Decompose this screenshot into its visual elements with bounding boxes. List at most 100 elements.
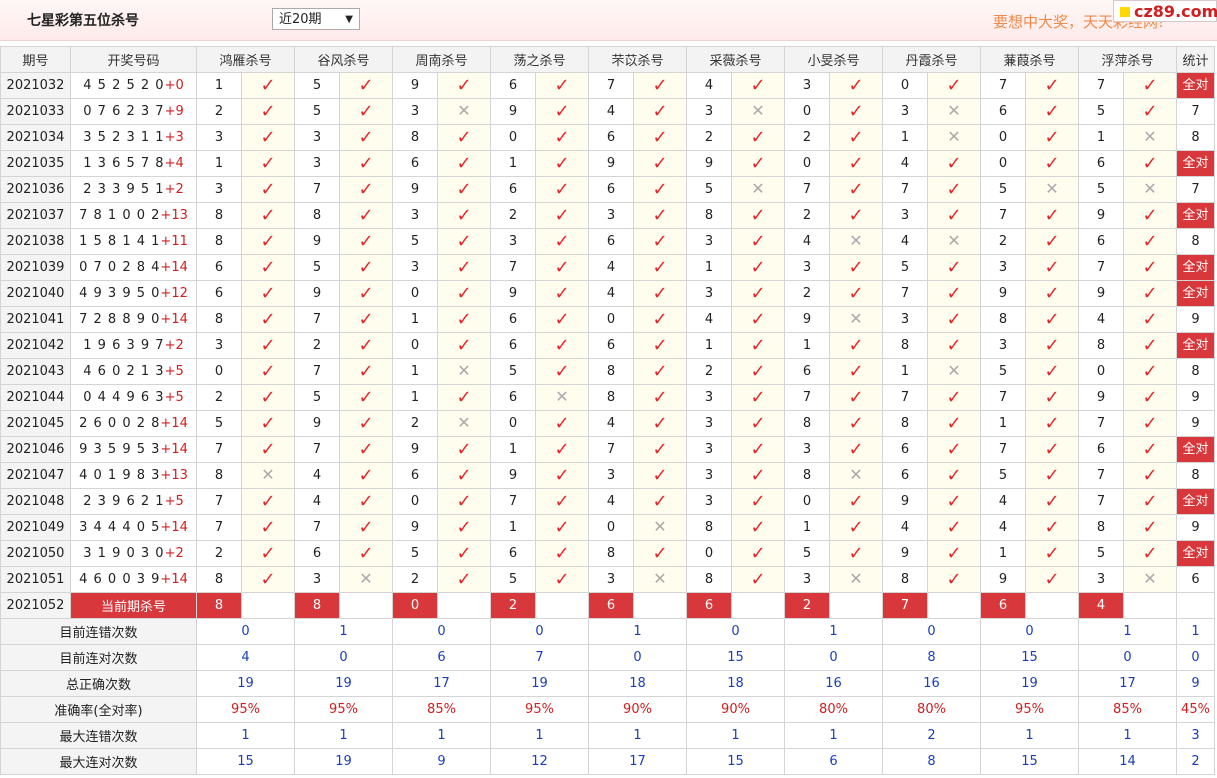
result-cell: ✓: [339, 384, 393, 411]
result-cell: ✓: [1123, 332, 1177, 359]
kill-number-cell: 5: [490, 358, 536, 385]
result-cell: ✓: [731, 72, 785, 99]
check-icon: ✓: [1044, 126, 1060, 148]
kill-number-cell: 3: [686, 384, 732, 411]
stat-cell: 8: [1176, 358, 1215, 385]
stat-cell: 8: [1176, 124, 1215, 151]
current-kill-blank: [535, 592, 589, 619]
kill-number-cell: 5: [294, 384, 340, 411]
result-cell: ✓: [927, 202, 981, 229]
check-icon: ✓: [750, 230, 766, 252]
issue-cell: 2021050: [0, 540, 71, 567]
check-icon: ✓: [946, 542, 962, 564]
check-icon: ✓: [1044, 152, 1060, 174]
kill-number-cell: 2: [392, 566, 438, 593]
kill-number-cell: 4: [980, 488, 1026, 515]
check-icon: ✓: [358, 74, 374, 96]
current-kill-blank: [1123, 592, 1177, 619]
summary-value: 8: [882, 748, 981, 775]
kill-number-cell: 9: [1078, 280, 1124, 307]
result-cell: ✓: [535, 306, 589, 333]
cross-icon: ✕: [1143, 569, 1157, 588]
site-badge[interactable]: cz89.com: [1113, 0, 1217, 22]
summary-value: 15: [686, 644, 785, 671]
result-cell: ✓: [1123, 462, 1177, 489]
kill-number-cell: 7: [1078, 410, 1124, 437]
kill-number-cell: 8: [686, 202, 732, 229]
table-row: 2021045 2 6 0 0 2 8+14 5 ✓ 9 ✓ 2 ✕ 0 ✓ 4 ✓ 3 ✓ 8 ✓ 8 ✓ 1 ✓ 7…: [0, 410, 1215, 437]
check-icon: ✓: [946, 256, 962, 278]
kill-number-cell: 9: [392, 436, 438, 463]
check-icon: ✓: [848, 542, 864, 564]
check-icon: ✓: [260, 412, 276, 434]
check-icon: ✓: [1142, 490, 1158, 512]
check-icon: ✓: [554, 438, 570, 460]
kill-number-cell: 6: [490, 306, 536, 333]
summary-value: 18: [686, 670, 785, 697]
kill-number-cell: 7: [1078, 72, 1124, 99]
kill-number-cell: 4: [882, 228, 928, 255]
kill-number-cell: 1: [196, 150, 242, 177]
check-icon: ✓: [946, 568, 962, 590]
summary-value: 15: [980, 748, 1079, 775]
check-icon: ✓: [848, 360, 864, 382]
issue-cell: 2021042: [0, 332, 71, 359]
summary-value: 15: [686, 748, 785, 775]
check-icon: ✓: [260, 152, 276, 174]
check-icon: ✓: [358, 334, 374, 356]
result-cell: ✕: [927, 228, 981, 255]
result-cell: ✓: [241, 384, 295, 411]
summary-value: 1: [196, 722, 295, 749]
check-icon: ✓: [260, 334, 276, 356]
kill-number-cell: 9: [490, 98, 536, 125]
summary-value: 1: [392, 722, 491, 749]
current-kill-blank: [1025, 592, 1079, 619]
check-icon: ✓: [554, 464, 570, 486]
kill-number-cell: 2: [686, 358, 732, 385]
summary-value: 1: [980, 722, 1079, 749]
kill-number-cell: 4: [588, 254, 634, 281]
summary-value: 18: [588, 670, 687, 697]
check-icon: ✓: [946, 152, 962, 174]
result-cell: ✓: [1025, 72, 1079, 99]
check-icon: ✓: [1142, 412, 1158, 434]
kill-number-cell: 5: [1078, 98, 1124, 125]
result-cell: ✕: [437, 358, 491, 385]
kill-number-cell: 3: [392, 254, 438, 281]
result-cell: ✓: [829, 514, 883, 541]
check-icon: ✓: [652, 100, 668, 122]
result-cell: ✓: [1025, 280, 1079, 307]
result-cell: ✓: [535, 332, 589, 359]
kill-number-cell: 8: [1078, 332, 1124, 359]
summary-value: 6: [392, 644, 491, 671]
kill-number-cell: 3: [490, 228, 536, 255]
draw-cell: 3 5 2 3 1 1+3: [70, 124, 197, 151]
summary-value: 6: [784, 748, 883, 775]
result-cell: ✓: [535, 228, 589, 255]
result-cell: ✓: [339, 410, 393, 437]
result-cell: ✓: [829, 124, 883, 151]
check-icon: ✓: [946, 386, 962, 408]
issue-cell: 2021045: [0, 410, 71, 437]
kill-number-cell: 7: [294, 358, 340, 385]
kill-number-cell: 6: [490, 540, 536, 567]
stat-cell: 全对: [1176, 254, 1215, 281]
check-icon: ✓: [260, 282, 276, 304]
kill-number-cell: 9: [882, 540, 928, 567]
check-icon: ✓: [652, 464, 668, 486]
kill-number-cell: 0: [686, 540, 732, 567]
check-icon: ✓: [848, 178, 864, 200]
period-select[interactable]: 近20期 ▼: [272, 8, 360, 30]
draw-cell: 7 8 1 0 0 2+13: [70, 202, 197, 229]
result-cell: ✓: [339, 228, 393, 255]
result-cell: ✓: [731, 384, 785, 411]
kill-number-cell: 3: [980, 332, 1026, 359]
check-icon: ✓: [848, 490, 864, 512]
kill-number-cell: 3: [686, 228, 732, 255]
kill-number-cell: 7: [882, 280, 928, 307]
check-icon: ✓: [554, 360, 570, 382]
summary-value: 9: [392, 748, 491, 775]
kill-number-cell: 3: [686, 436, 732, 463]
kill-number-cell: 6: [882, 436, 928, 463]
check-icon: ✓: [750, 152, 766, 174]
